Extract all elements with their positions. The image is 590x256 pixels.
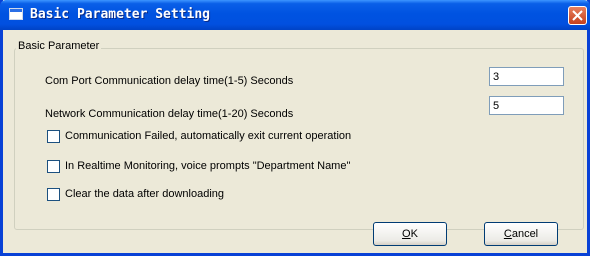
window-icon <box>9 8 23 20</box>
window-title: Basic Parameter Setting <box>30 7 211 22</box>
network-delay-label: Network Communication delay time(1-20) S… <box>45 108 294 120</box>
ok-button[interactable]: OK <box>373 222 447 246</box>
clear-data-label: Clear the data after downloading <box>65 188 224 200</box>
ok-label-rest: K <box>410 228 418 240</box>
title-bar[interactable]: Basic Parameter Setting <box>0 0 590 30</box>
cancel-button[interactable]: Cancel <box>484 222 558 246</box>
close-button[interactable] <box>568 6 587 25</box>
clear-data-checkbox[interactable] <box>47 188 60 201</box>
cancel-label-rest: ancel <box>511 228 539 240</box>
voice-prompt-label: In Realtime Monitoring, voice prompts "D… <box>65 160 351 172</box>
com-port-delay-label: Com Port Communication delay time(1-5) S… <box>45 75 294 87</box>
voice-prompt-checkbox[interactable] <box>47 160 60 173</box>
com-port-delay-input[interactable] <box>489 67 564 86</box>
auto-exit-checkbox[interactable] <box>47 130 60 143</box>
cancel-mnemonic: C <box>503 228 512 240</box>
auto-exit-label: Communication Failed, automatically exit… <box>65 130 352 142</box>
close-icon <box>572 10 583 21</box>
network-delay-input[interactable] <box>489 96 564 115</box>
group-label: Basic Parameter <box>16 40 102 52</box>
ok-mnemonic: O <box>402 228 411 240</box>
